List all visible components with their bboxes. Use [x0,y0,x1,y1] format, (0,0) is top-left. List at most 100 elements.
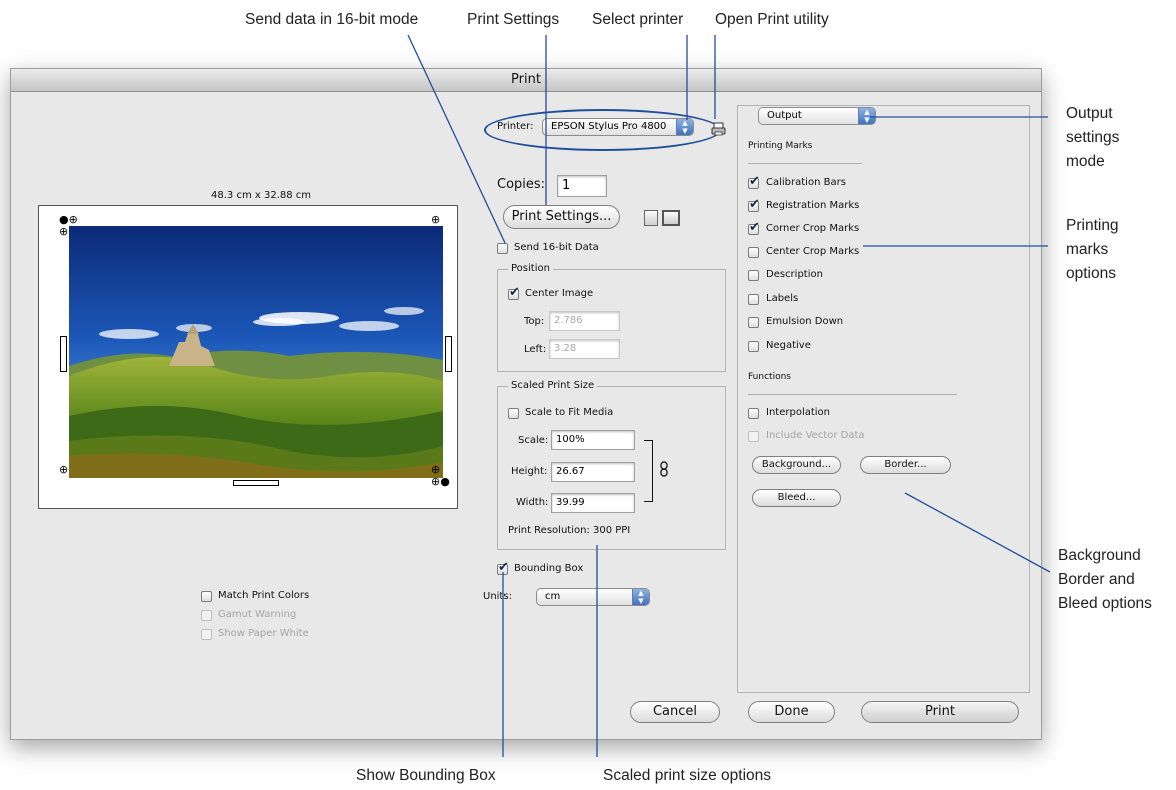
show-paper-white-label: Show Paper White [218,628,309,639]
calibration-bars-checkbox[interactable] [748,174,760,190]
link-chain-icon[interactable] [659,461,669,477]
interpolation-checkbox[interactable] [748,408,759,419]
annotation-line: settings [1066,129,1120,146]
annotation-show-bounding-box: Show Bounding Box [356,767,496,784]
annotation-scaled-print-size: Scaled print size options [603,767,772,784]
printer-label: Printer: [497,121,534,132]
border-button[interactable]: Border... [860,456,951,474]
popup-arrows-icon: ▲ ▼ [858,108,875,124]
annotation-select-printer: Select printer [592,11,684,28]
description-checkbox[interactable] [748,270,759,281]
corner-crop-marks-label: Corner Crop Marks [766,223,860,234]
preview-image [69,226,443,478]
left-label: Left: [524,344,547,355]
landscape-photo [69,226,443,478]
height-label: Height: [511,466,548,477]
annotation-line: Output [1066,105,1113,122]
page-landscape-icon[interactable] [662,210,680,226]
annotation-line: mode [1066,153,1105,170]
include-vector-label: Include Vector Data [766,430,865,441]
top-label: Top: [524,316,545,327]
send-16bit-checkbox[interactable] [497,243,508,254]
annotation-line: Background [1058,547,1141,564]
annotation-printing-marks-options: Printing marks options [1066,214,1119,286]
done-button[interactable]: Done [748,701,835,723]
description-label: Description [766,269,823,280]
popup-arrows-icon: ▲ ▼ [632,589,649,605]
units-select[interactable]: cm ▲ ▼ [536,588,650,606]
page-portrait-icon[interactable] [644,210,658,226]
center-crop-marks-checkbox[interactable] [748,247,759,258]
center-image-label: Center Image [525,288,594,299]
scale-field[interactable]: 100% [551,430,635,450]
annotation-line: Border and [1058,571,1135,588]
print-utility-icon[interactable] [711,121,727,136]
width-field[interactable]: 39.99 [551,493,635,513]
annotation-line: marks [1066,241,1109,258]
top-field[interactable]: 2.786 [549,311,620,331]
print-settings-button[interactable]: Print Settings... [503,205,620,229]
registration-mark-icon: ⊕ [431,463,441,476]
output-mode-select[interactable]: Output ▲ ▼ [758,107,876,125]
gamut-warning-label: Gamut Warning [218,609,297,620]
annotation-open-print-utility: Open Print utility [715,11,829,28]
registration-mark-icon: ●⊕ [59,213,78,226]
gamut-warning-checkbox[interactable] [201,610,212,621]
match-print-colors-checkbox[interactable] [201,591,212,602]
functions-divider [748,394,957,395]
scale-to-fit-checkbox[interactable] [508,408,519,419]
copies-field[interactable]: 1 [557,175,607,197]
print-dialog: Print 48.3 cm x 32.88 cm ●⊕ ⊕ ⊕ ⊕ ⊕ ⊕● M… [10,68,1042,740]
bounding-box-label: Bounding Box [514,563,584,574]
center-image-checkbox[interactable] [508,285,520,301]
width-label: Width: [516,497,549,508]
center-crop-marks-label: Center Crop Marks [766,246,860,257]
position-group-title: Position [508,263,553,274]
center-crop-mark-right [445,336,452,372]
labels-checkbox[interactable] [748,294,759,305]
annotation-background-border-bleed: Background Border and Bleed options [1058,544,1152,616]
functions-title: Functions [748,372,791,382]
copies-label: Copies: [497,177,546,192]
emulsion-down-label: Emulsion Down [766,316,844,327]
annotation-output-settings-mode: Output settings mode [1066,102,1119,174]
show-paper-white-checkbox[interactable] [201,629,212,640]
include-vector-checkbox[interactable] [748,431,759,442]
printer-value: EPSON Stylus Pro 4800 [551,121,667,132]
emulsion-down-checkbox[interactable] [748,317,759,328]
center-crop-mark-left [60,336,67,372]
corner-crop-marks-checkbox[interactable] [748,220,760,236]
annotation-send-16bit: Send data in 16-bit mode [245,11,419,28]
printing-marks-title: Printing Marks [748,141,813,151]
cancel-button[interactable]: Cancel [630,701,720,723]
interpolation-label: Interpolation [766,407,830,418]
height-field[interactable]: 26.67 [551,462,635,482]
print-button[interactable]: Print [861,701,1019,723]
left-field[interactable]: 3.28 [549,339,620,359]
bounding-box-checkbox[interactable] [497,560,509,576]
center-crop-mark-bottom [233,480,279,486]
registration-mark-icon: ⊕ [59,225,69,238]
print-resolution-label: Print Resolution: 300 PPI [508,525,631,536]
printing-marks-divider [748,163,862,164]
match-print-colors-label: Match Print Colors [218,590,310,601]
proportion-bracket [644,440,653,502]
print-preview[interactable]: ●⊕ ⊕ ⊕ ⊕ ⊕ ⊕● [38,205,458,509]
annotation-line: Bleed options [1058,595,1152,612]
printer-select[interactable]: EPSON Stylus Pro 4800 ▲ ▼ [542,118,694,136]
paper-size-label: 48.3 cm x 32.88 cm [211,190,312,201]
output-panel [737,105,1030,693]
registration-marks-checkbox[interactable] [748,197,760,213]
scale-to-fit-label: Scale to Fit Media [525,407,614,418]
registration-marks-label: Registration Marks [766,200,860,211]
negative-checkbox[interactable] [748,341,759,352]
output-mode-value: Output [767,110,802,121]
bleed-button[interactable]: Bleed... [752,489,841,507]
calibration-bars-label: Calibration Bars [766,177,846,188]
registration-mark-icon: ⊕● [431,475,450,488]
scaled-print-size-title: Scaled Print Size [508,380,598,391]
background-button[interactable]: Background... [752,456,841,474]
scale-label: Scale: [518,435,549,446]
units-label: Units: [483,591,512,602]
negative-label: Negative [766,340,811,351]
